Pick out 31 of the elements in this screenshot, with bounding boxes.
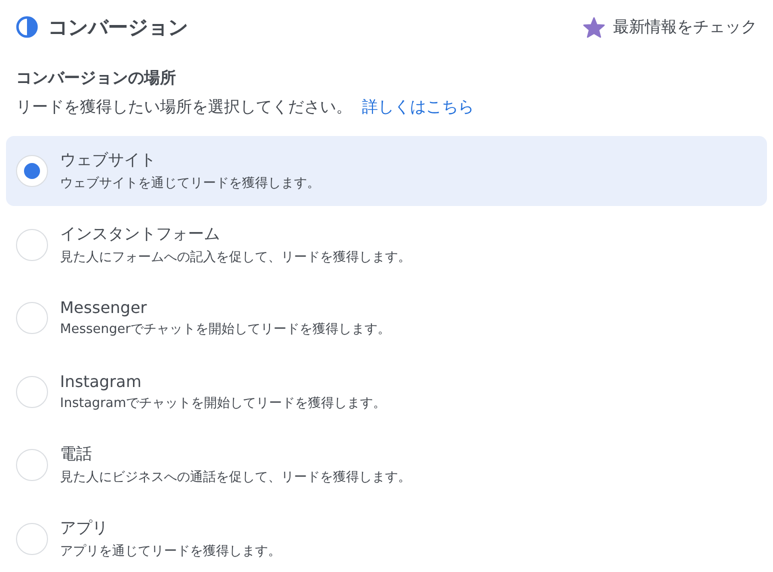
- section-title: コンバージョン: [48, 14, 188, 40]
- star-icon: [583, 16, 605, 38]
- radio-button[interactable]: [16, 155, 48, 187]
- option-label: Instagram: [60, 372, 142, 390]
- option-description: アプリを通じてリードを獲得します。: [60, 542, 281, 560]
- option-description: 見た人にビジネスへの通話を促して、リードを獲得します。: [60, 469, 411, 486]
- option-row[interactable]: Messenger Messengerでチャットを開始してリードを獲得します。: [6, 283, 767, 353]
- option-label: インスタントフォーム: [60, 224, 221, 244]
- option-label: Messenger: [60, 298, 148, 317]
- option-label: ウェブサイト: [60, 150, 157, 171]
- whats-new-link[interactable]: 最新情報をチェック: [583, 16, 757, 38]
- radio-button[interactable]: [16, 376, 48, 408]
- option-row[interactable]: アプリ アプリを通じてリードを獲得します。: [6, 504, 767, 572]
- option-row[interactable]: ウェブサイト ウェブサイトを通じてリードを獲得します。: [6, 136, 767, 206]
- subsection-title: コンバージョンの場所: [16, 68, 177, 89]
- option-row[interactable]: Instagram Instagramでチャットを開始してリードを獲得します。: [6, 356, 767, 426]
- radio-button[interactable]: [16, 522, 48, 554]
- option-description: 見た人にフォームへの記入を促して、リードを獲得します。: [60, 248, 411, 266]
- option-label: アプリ: [60, 518, 109, 538]
- option-row[interactable]: 電話 見た人にビジネスへの通話を促して、リードを獲得します。: [6, 430, 767, 500]
- option-description: Messengerでチャットを開始してリードを獲得します。: [60, 321, 391, 338]
- option-description: Instagramでチャットを開始してリードを獲得します。: [60, 394, 386, 412]
- radio-button[interactable]: [16, 228, 48, 260]
- half-circle-icon: [16, 16, 38, 38]
- description-text: リードを獲得したい場所を選択してください。: [16, 97, 352, 118]
- option-row[interactable]: インスタントフォーム 見た人にフォームへの記入を促して、リードを獲得します。: [6, 210, 767, 280]
- radio-button[interactable]: [16, 302, 48, 334]
- option-label: 電話: [60, 444, 93, 465]
- option-description: ウェブサイトを通じてリードを獲得します。: [60, 175, 320, 192]
- learn-more-link[interactable]: 詳しくはこちら: [362, 97, 474, 118]
- radio-button[interactable]: [16, 449, 48, 481]
